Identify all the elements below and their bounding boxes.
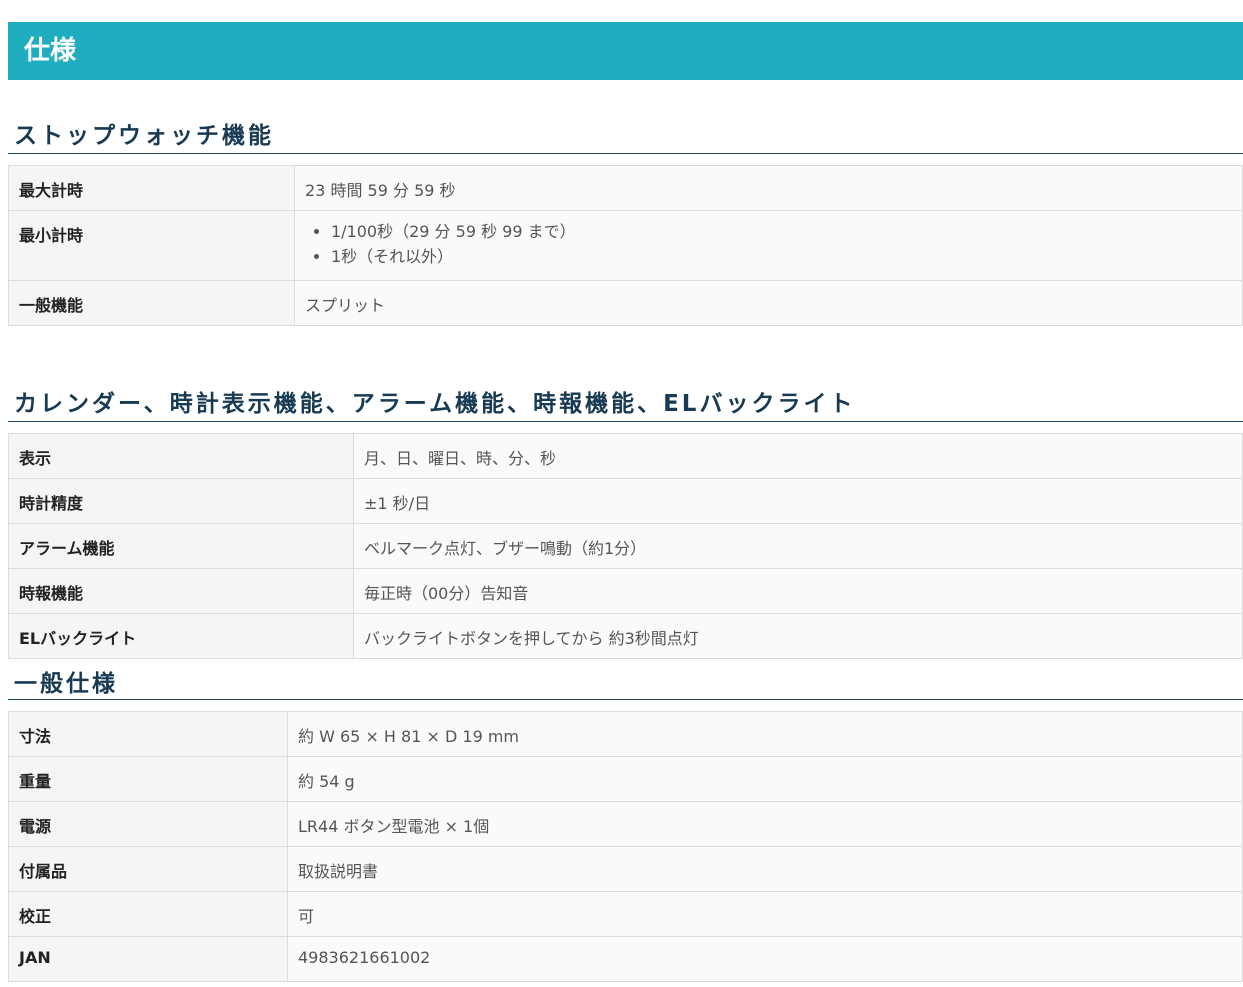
section-divider	[8, 153, 1243, 154]
page-title: 仕様	[24, 36, 77, 66]
row-value: ±1 秒/日	[353, 478, 1243, 524]
row-value: 月、日、曜日、時、分、秒	[353, 433, 1243, 479]
row-value: 約 54 g	[287, 756, 1243, 802]
table-row: 時計精度 ±1 秒/日	[8, 478, 1243, 524]
row-label: 最小計時	[8, 210, 295, 281]
section-title-calendar: カレンダー、時計表示機能、アラーム機能、時報機能、ELバックライト	[14, 391, 856, 417]
row-label: アラーム機能	[8, 523, 354, 569]
table-row: 時報機能 毎正時（00分）告知音	[8, 568, 1243, 614]
row-label: 時報機能	[8, 568, 354, 614]
value-list: 1/100秒（29 分 59 秒 99 まで） 1秒（それ以外）	[305, 219, 1232, 269]
spec-table-stopwatch: 最大計時 23 時間 59 分 59 秒 最小計時 1/100秒（29 分 59…	[8, 165, 1243, 326]
section-divider	[8, 699, 1243, 700]
list-item: 1/100秒（29 分 59 秒 99 まで）	[331, 219, 1232, 244]
table-row: 重量 約 54 g	[8, 756, 1243, 802]
list-item: 1秒（それ以外）	[331, 244, 1232, 269]
row-value: スプリット	[294, 280, 1243, 326]
row-value: 毎正時（00分）告知音	[353, 568, 1243, 614]
row-label: 付属品	[8, 846, 288, 892]
table-row: 電源 LR44 ボタン型電池 × 1個	[8, 801, 1243, 847]
section-title-stopwatch: ストップウォッチ機能	[14, 123, 274, 149]
spec-table-calendar: 表示 月、日、曜日、時、分、秒 時計精度 ±1 秒/日 アラーム機能 ベルマーク…	[8, 433, 1243, 659]
row-value: 23 時間 59 分 59 秒	[294, 165, 1243, 211]
row-label: 寸法	[8, 711, 288, 757]
row-value: 4983621661002	[287, 936, 1243, 982]
table-row: JAN 4983621661002	[8, 936, 1243, 982]
row-value: 約 W 65 × H 81 × D 19 mm	[287, 711, 1243, 757]
table-row: 付属品 取扱説明書	[8, 846, 1243, 892]
row-label: 時計精度	[8, 478, 354, 524]
row-label: JAN	[8, 936, 288, 982]
row-label: 表示	[8, 433, 354, 479]
table-row: 校正 可	[8, 891, 1243, 937]
table-row: 寸法 約 W 65 × H 81 × D 19 mm	[8, 711, 1243, 757]
row-label: 電源	[8, 801, 288, 847]
table-row: ELバックライト バックライトボタンを押してから 約3秒間点灯	[8, 613, 1243, 659]
section-title-general: 一般仕様	[14, 671, 118, 697]
row-value: 可	[287, 891, 1243, 937]
row-label: ELバックライト	[8, 613, 354, 659]
row-value: 1/100秒（29 分 59 秒 99 まで） 1秒（それ以外）	[294, 210, 1243, 281]
table-row: 最小計時 1/100秒（29 分 59 秒 99 まで） 1秒（それ以外）	[8, 210, 1243, 281]
row-value: 取扱説明書	[287, 846, 1243, 892]
row-label: 校正	[8, 891, 288, 937]
spec-table-general: 寸法 約 W 65 × H 81 × D 19 mm 重量 約 54 g 電源 …	[8, 711, 1243, 982]
row-label: 最大計時	[8, 165, 295, 211]
page-title-banner: 仕様	[8, 22, 1243, 80]
section-divider	[8, 421, 1243, 422]
row-label: 一般機能	[8, 280, 295, 326]
row-label: 重量	[8, 756, 288, 802]
table-row: アラーム機能 ベルマーク点灯、ブザー鳴動（約1分）	[8, 523, 1243, 569]
table-row: 一般機能 スプリット	[8, 280, 1243, 326]
row-value: LR44 ボタン型電池 × 1個	[287, 801, 1243, 847]
table-row: 表示 月、日、曜日、時、分、秒	[8, 433, 1243, 479]
row-value: ベルマーク点灯、ブザー鳴動（約1分）	[353, 523, 1243, 569]
row-value: バックライトボタンを押してから 約3秒間点灯	[353, 613, 1243, 659]
table-row: 最大計時 23 時間 59 分 59 秒	[8, 165, 1243, 211]
